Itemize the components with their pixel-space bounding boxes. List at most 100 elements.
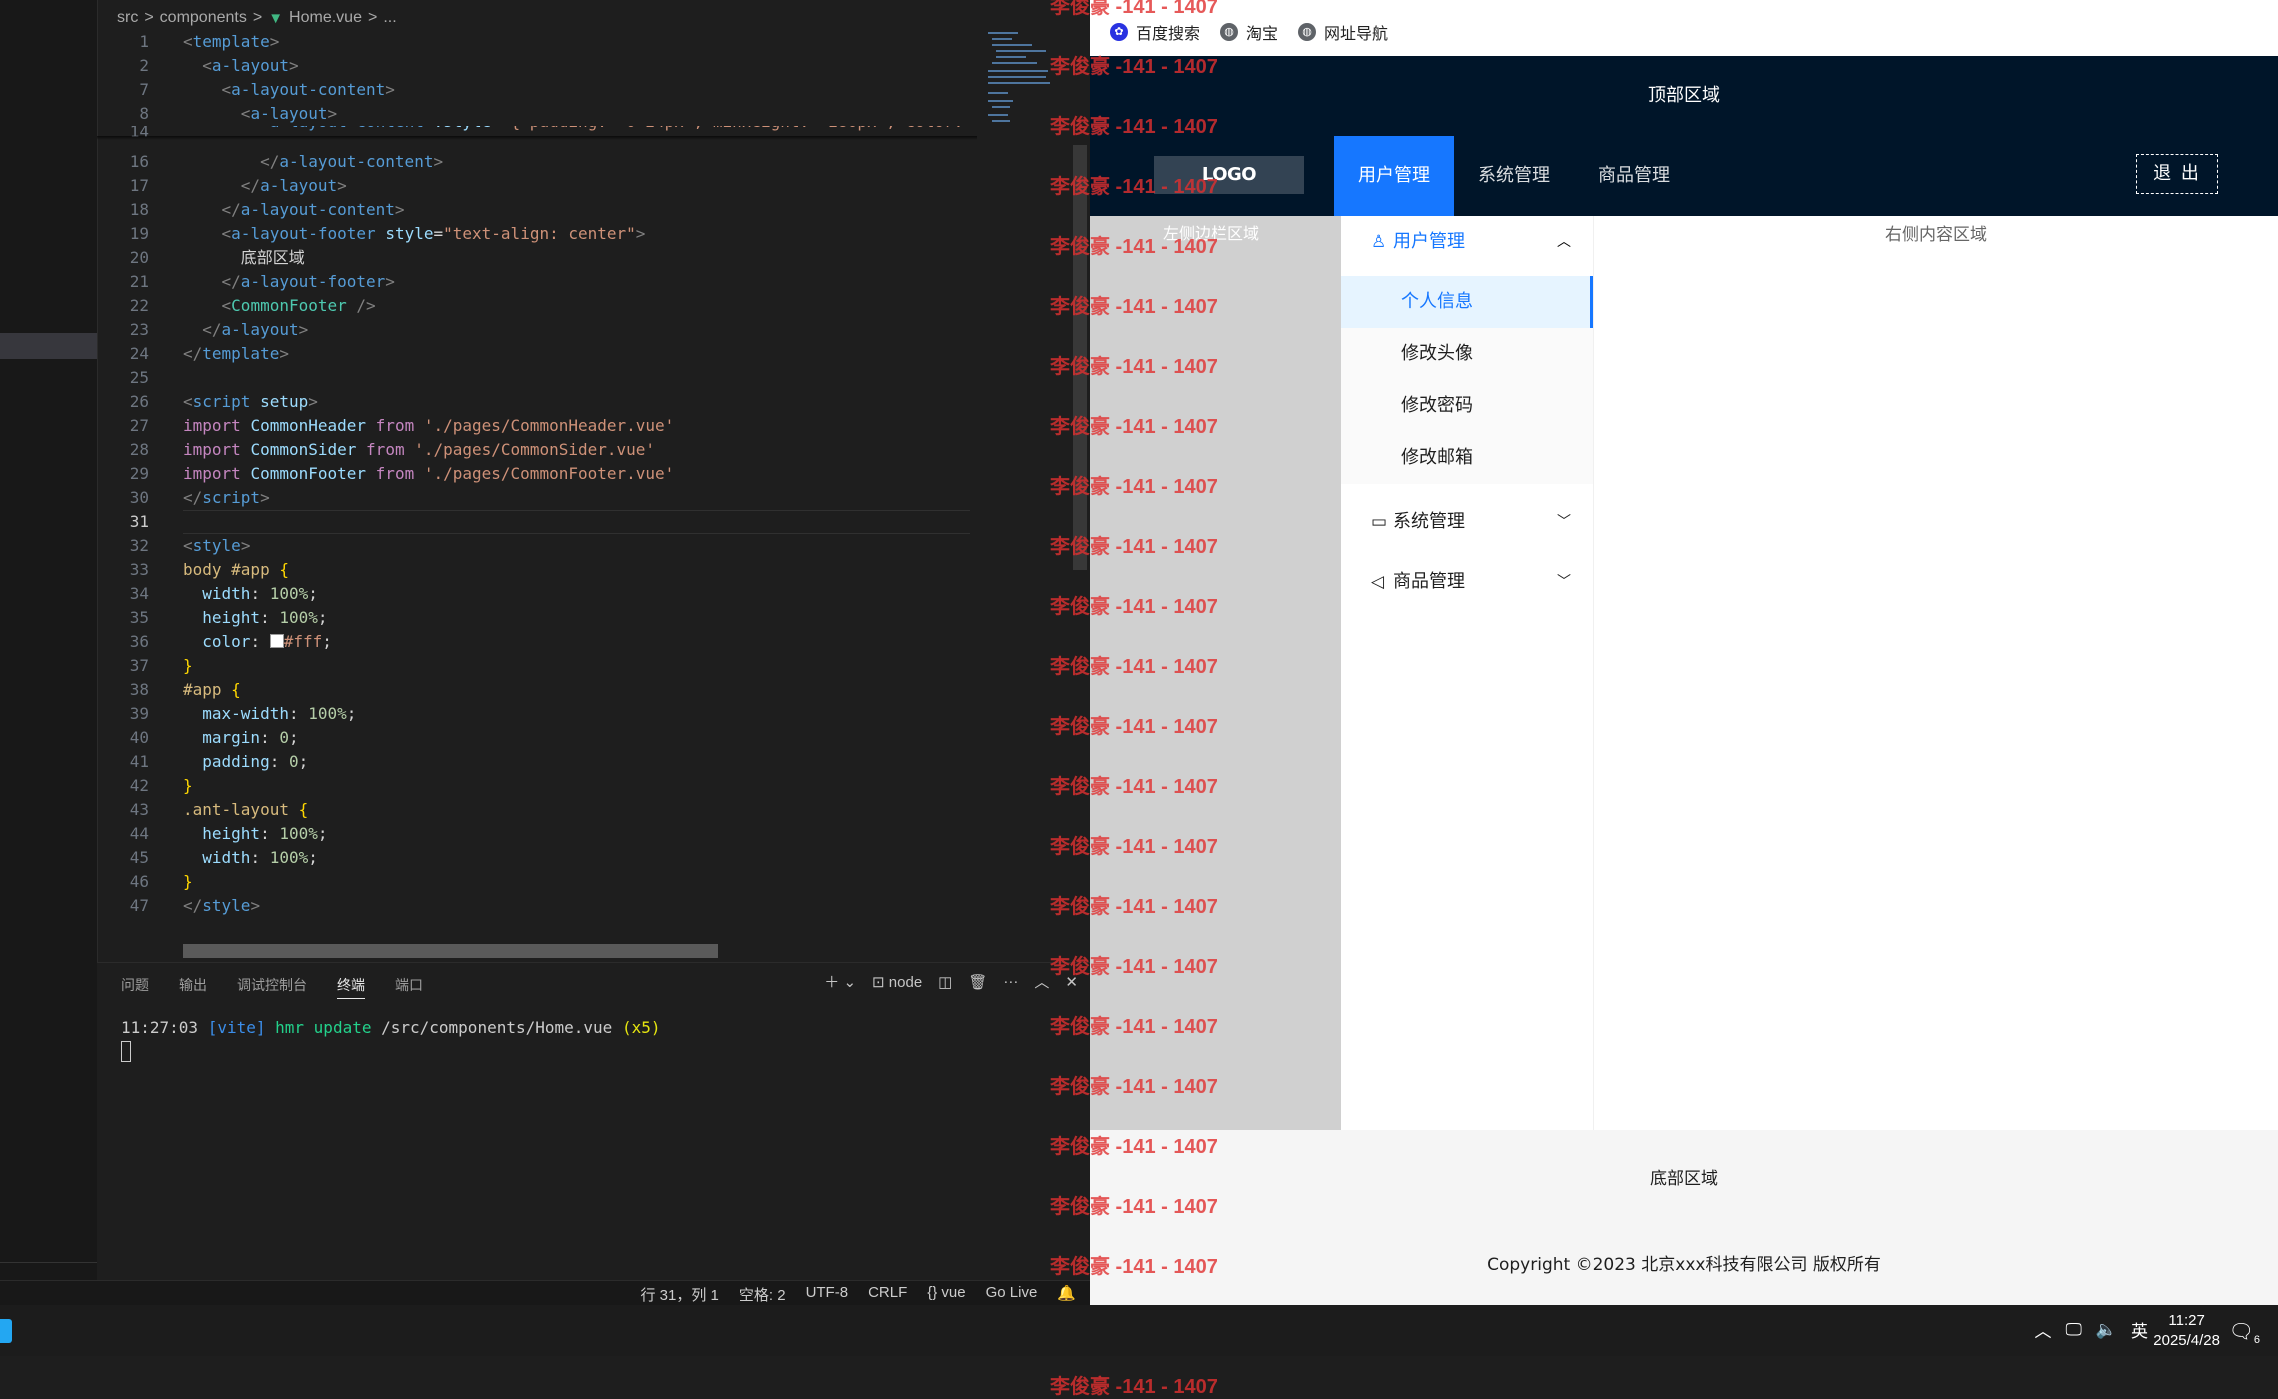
code-line[interactable]: body #app { <box>183 558 970 582</box>
code-line[interactable]: margin: 0; <box>183 726 970 750</box>
code-line[interactable]: <style> <box>183 534 970 558</box>
menu-system-mgmt[interactable]: ▭ 系统管理 ﹀ <box>1341 496 1593 548</box>
code-line[interactable]: padding: 0; <box>183 750 970 774</box>
code-line[interactable]: .ant-layout { <box>183 798 970 822</box>
tab-problems[interactable]: 问题 <box>121 975 149 999</box>
nav-system-mgmt[interactable]: 系统管理 <box>1454 136 1574 216</box>
logout-button[interactable]: 退 出 <box>2136 154 2218 194</box>
close-panel-icon[interactable]: ✕ <box>1065 973 1078 991</box>
code-line[interactable]: } <box>183 870 970 894</box>
code-line[interactable]: <template> <box>183 30 970 54</box>
submenu-email[interactable]: 修改邮箱 <box>1341 432 1593 484</box>
code-line[interactable]: </a-layout> <box>183 318 970 342</box>
code-line-current[interactable] <box>183 510 970 534</box>
code-line[interactable]: height: 100%; <box>183 606 970 630</box>
status-encoding[interactable]: UTF-8 <box>806 1284 849 1305</box>
terminal-vite-tag: [vite] <box>207 1018 266 1037</box>
terminal-output[interactable]: 11:27:03 [vite] hmr update /src/componen… <box>121 1018 660 1066</box>
editor-horizontal-scrollbar[interactable] <box>183 944 718 958</box>
menu-user-mgmt[interactable]: ♙ 用户管理 ︿ <box>1341 216 1593 268</box>
line-number: 17 <box>129 176 149 195</box>
code-line[interactable]: </style> <box>183 894 970 918</box>
line-number: 2 <box>139 56 149 75</box>
code-line[interactable]: <a-layout> <box>183 102 970 126</box>
code-line[interactable]: </a-layout-content> <box>183 150 970 174</box>
vscode-taskbar-icon[interactable] <box>0 1319 12 1343</box>
volume-icon[interactable]: 🔈 <box>2096 1320 2117 1340</box>
code-line[interactable]: import CommonSider from './pages/CommonS… <box>183 438 970 462</box>
code-line[interactable]: </template> <box>183 342 970 366</box>
code-line[interactable]: #app { <box>183 678 970 702</box>
menu-goods-mgmt[interactable]: ◁ 商品管理 ﹀ <box>1341 556 1593 608</box>
breadcrumb-more[interactable]: ... <box>383 9 396 27</box>
nav-goods-mgmt[interactable]: 商品管理 <box>1574 136 1694 216</box>
line-number: 45 <box>129 848 149 867</box>
breadcrumb-components[interactable]: components <box>160 9 247 27</box>
tab-debug-console[interactable]: 调试控制台 <box>237 975 307 999</box>
tab-terminal[interactable]: 终端 <box>337 975 365 999</box>
code-line[interactable]: </script> <box>183 486 970 510</box>
code-line[interactable]: <CommonFooter /> <box>183 294 970 318</box>
breadcrumb-file[interactable]: Home.vue <box>289 9 362 27</box>
code-line[interactable]: <a-layout> <box>183 54 970 78</box>
maximize-panel-icon[interactable]: ︿ <box>1034 971 1049 992</box>
code-line[interactable]: } <box>183 654 970 678</box>
status-go-live[interactable]: Go Live <box>986 1284 1038 1305</box>
new-terminal-icon[interactable]: ＋ ⌄ <box>824 971 856 992</box>
code-line[interactable]: </a-layout-content> <box>183 198 970 222</box>
terminal-icon: ⊡ <box>872 973 885 991</box>
code-line[interactable]: } <box>183 774 970 798</box>
more-icon[interactable]: ··· <box>1003 973 1018 990</box>
status-cursor-position[interactable]: 行 31，列 1 <box>641 1284 719 1305</box>
code-editor[interactable]: <template> <a-layout> <a-layout-content>… <box>183 30 970 918</box>
status-eol[interactable]: CRLF <box>868 1284 907 1305</box>
code-line[interactable]: 底部区域 <box>183 246 970 270</box>
code-line[interactable]: <a-layout-footer style="text-align: cent… <box>183 222 970 246</box>
status-language[interactable]: {} vue <box>927 1284 965 1305</box>
tab-ports[interactable]: 端口 <box>395 975 423 999</box>
footer-area-label: 底部区域 <box>1650 1169 1718 1189</box>
chevron-down-icon: ﹀ <box>1557 574 1571 590</box>
bookmark-nav[interactable]: ◍ 网址导航 <box>1298 20 1388 44</box>
breadcrumb-sep: > <box>367 9 378 26</box>
code-line[interactable]: width: 100%; <box>183 846 970 870</box>
code-line[interactable]: <script setup> <box>183 390 970 414</box>
minimap[interactable] <box>978 30 1073 130</box>
bookmark-baidu[interactable]: ✿ 百度搜索 <box>1110 20 1200 44</box>
ime-indicator[interactable]: 英 <box>2131 1317 2148 1342</box>
color-swatch[interactable] <box>269 634 284 648</box>
code-line[interactable]: import CommonFooter from './pages/Common… <box>183 462 970 486</box>
explorer-selected-row[interactable] <box>0 333 97 359</box>
breadcrumb-src[interactable]: src <box>117 9 138 27</box>
submenu-profile[interactable]: 个人信息 <box>1341 276 1593 328</box>
code-line[interactable]: </a-layout> <box>183 174 970 198</box>
nav-user-mgmt[interactable]: 用户管理 <box>1334 136 1454 216</box>
notification-icon[interactable]: 🗨6 <box>2228 1319 2260 1346</box>
tab-output[interactable]: 输出 <box>179 975 207 999</box>
bookmark-taobao[interactable]: ◍ 淘宝 <box>1220 20 1278 44</box>
status-indentation[interactable]: 空格: 2 <box>739 1284 786 1305</box>
line-number: 43 <box>129 800 149 819</box>
network-icon[interactable]: 🖵 <box>2065 1320 2081 1340</box>
editor-vertical-scrollbar[interactable] <box>1073 145 1087 570</box>
terminal-shell-selector[interactable]: ⊡ node <box>872 973 922 991</box>
code-line[interactable]: height: 100%; <box>183 822 970 846</box>
code-line[interactable]: </a-layout-footer> <box>183 270 970 294</box>
trash-icon[interactable]: 🗑 <box>968 973 987 991</box>
split-terminal-icon[interactable]: ◫ <box>938 973 952 991</box>
code-line[interactable]: <a-layout-content> <box>183 78 970 102</box>
code-line[interactable] <box>183 366 970 390</box>
bell-icon[interactable]: 🔔 <box>1057 1284 1076 1305</box>
code-line[interactable]: max-width: 100%; <box>183 702 970 726</box>
user-icon: ♙ <box>1371 232 1387 252</box>
code-line[interactable]: import CommonHeader from './pages/Common… <box>183 414 970 438</box>
terminal-cursor <box>121 1041 131 1062</box>
chevron-down-icon: ﹀ <box>1557 514 1571 530</box>
clock[interactable]: 11:27 2025/4/28 <box>2153 1311 2220 1351</box>
chevron-up-icon[interactable]: ︿ <box>2034 1317 2051 1342</box>
submenu-avatar[interactable]: 修改头像 <box>1341 328 1593 380</box>
code-line[interactable]: color: #fff; <box>183 630 970 654</box>
bookmark-label: 网址导航 <box>1324 26 1389 43</box>
code-line[interactable]: width: 100%; <box>183 582 970 606</box>
submenu-password[interactable]: 修改密码 <box>1341 380 1593 432</box>
